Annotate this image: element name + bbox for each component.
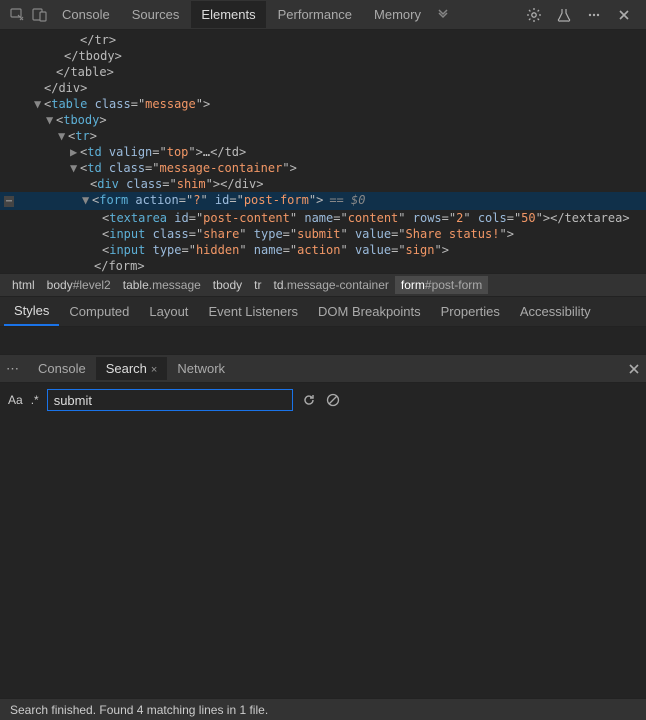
match-case-toggle[interactable]: Aa (8, 393, 23, 407)
ellipsis-icon[interactable]: ⋯ (4, 196, 14, 207)
drawer-tab-search[interactable]: Search× (96, 357, 168, 380)
crumb-form[interactable]: form#post-form (395, 276, 488, 294)
inspect-element-icon[interactable] (8, 5, 28, 25)
dom-node[interactable]: </tbody> (64, 49, 122, 63)
drawer-tab-network[interactable]: Network (167, 357, 235, 380)
dom-node[interactable]: ▼<tbody> (0, 112, 646, 128)
drawer-tab-console[interactable]: Console (28, 357, 96, 380)
dom-node[interactable]: </form> (0, 258, 646, 273)
clear-search-icon[interactable] (325, 392, 341, 408)
search-toolbar: Aa .* (0, 383, 646, 417)
more-tabs-icon[interactable] (433, 5, 453, 25)
tab-computed[interactable]: Computed (59, 298, 139, 325)
tab-styles[interactable]: Styles (4, 297, 59, 326)
regex-toggle[interactable]: .* (31, 393, 39, 407)
kebab-menu-icon[interactable] (585, 6, 603, 24)
dom-node[interactable]: <div class="shim"></div> (0, 176, 646, 192)
dom-node[interactable]: <input class="share" type="submit" value… (0, 226, 646, 242)
device-toolbar-icon[interactable] (30, 5, 50, 25)
close-devtools-icon[interactable] (615, 6, 633, 24)
search-results-panel (0, 417, 646, 698)
dom-node[interactable]: ▼<table class="message"> (0, 96, 646, 112)
dom-node[interactable]: <textarea id="post-content" name="conten… (0, 210, 646, 226)
crumb-html[interactable]: html (6, 276, 41, 294)
tab-layout[interactable]: Layout (139, 298, 198, 325)
crumb-body[interactable]: body#level2 (41, 276, 117, 294)
search-input[interactable] (47, 389, 293, 411)
settings-gear-icon[interactable] (525, 6, 543, 24)
dom-node-selected[interactable]: ⋯▼<form action="?" id="post-form">== $0 (0, 192, 646, 210)
status-bar: Search finished. Found 4 matching lines … (0, 698, 646, 720)
dom-node[interactable]: </tr> (80, 33, 116, 47)
devtools-top-tabs: Console Sources Elements Performance Mem… (0, 0, 646, 30)
styles-panel-body (0, 327, 646, 355)
drawer-more-icon[interactable]: ⋯ (6, 361, 20, 377)
tab-performance[interactable]: Performance (268, 1, 362, 28)
dom-breadcrumb: html body#level2 table.message tbody tr … (0, 273, 646, 297)
tab-console[interactable]: Console (52, 1, 120, 28)
dom-node[interactable]: </div> (44, 81, 87, 95)
styles-sidebar-tabs: Styles Computed Layout Event Listeners D… (0, 297, 646, 327)
dom-node[interactable]: ▼<td class="message-container"> (0, 160, 646, 176)
dom-node[interactable]: ▶<td valign="top">…</td> (0, 144, 646, 160)
tab-memory[interactable]: Memory (364, 1, 431, 28)
crumb-table[interactable]: table.message (117, 276, 207, 294)
tab-accessibility[interactable]: Accessibility (510, 298, 601, 325)
crumb-tr[interactable]: tr (248, 276, 267, 294)
dom-node[interactable]: <input type="hidden" name="action" value… (0, 242, 646, 258)
close-tab-icon[interactable]: × (151, 364, 157, 376)
elements-dom-tree[interactable]: </tr> </tbody> </table> </div> ▼<table c… (0, 30, 646, 273)
crumb-td[interactable]: td.message-container (268, 276, 395, 294)
tab-sources[interactable]: Sources (122, 1, 190, 28)
refresh-search-icon[interactable] (301, 392, 317, 408)
close-drawer-icon[interactable] (628, 363, 640, 375)
dom-node[interactable]: ▼<tr> (0, 128, 646, 144)
drawer-tabs: ⋯ Console Search× Network (0, 355, 646, 383)
tab-elements[interactable]: Elements (191, 1, 265, 28)
experiments-icon[interactable] (555, 6, 573, 24)
tab-properties[interactable]: Properties (431, 298, 510, 325)
tab-event-listeners[interactable]: Event Listeners (198, 298, 308, 325)
status-text: Search finished. Found 4 matching lines … (10, 703, 268, 717)
crumb-tbody[interactable]: tbody (207, 276, 248, 294)
tab-dom-breakpoints[interactable]: DOM Breakpoints (308, 298, 431, 325)
dom-node[interactable]: </table> (56, 65, 114, 79)
